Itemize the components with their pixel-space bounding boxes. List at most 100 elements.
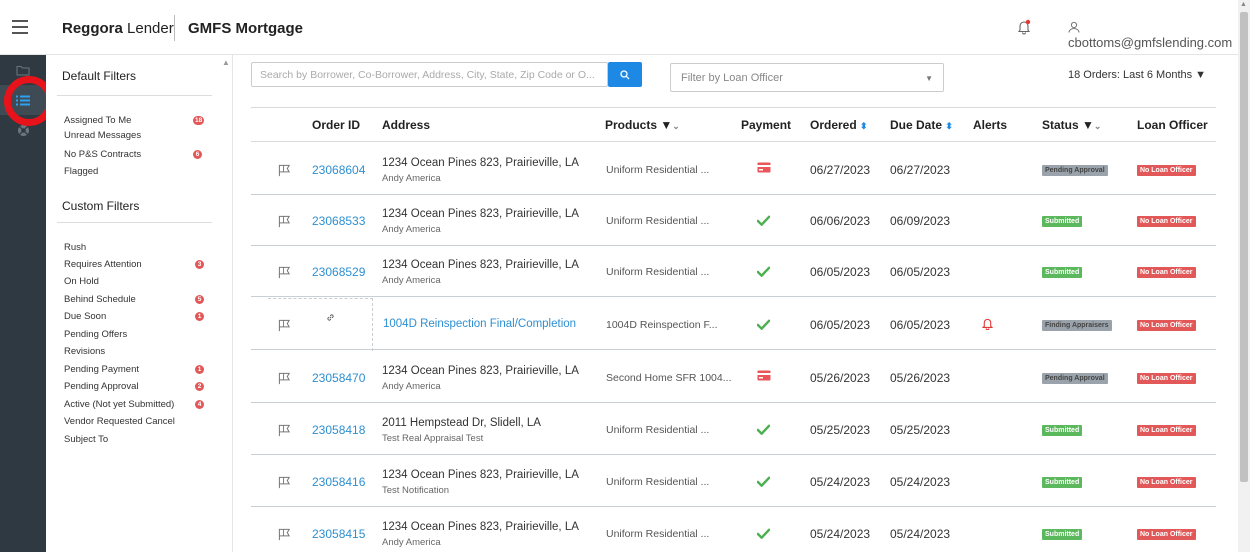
col-due-date[interactable]: Due Date ⬍ [890, 118, 953, 132]
borrower-name: Andy America [382, 381, 441, 392]
col-status[interactable]: Status ▼⌄ [1042, 118, 1101, 132]
filter-icon[interactable]: ▼ [660, 118, 672, 132]
user-menu[interactable]: cbottoms@gmfslending.com [1068, 20, 1238, 50]
divider [57, 95, 212, 96]
search-button[interactable] [608, 62, 642, 87]
address-text: 2011 Hempstead Dr, Slidell, LA [382, 417, 541, 429]
filter-count-badge: 4 [195, 400, 204, 409]
check-icon [757, 215, 770, 226]
order-id-link[interactable]: 23058415 [312, 527, 365, 541]
product-name: 1004D Reinspection F... [606, 319, 718, 331]
check-icon [757, 319, 770, 330]
flag-icon[interactable] [278, 215, 291, 228]
search-box [251, 62, 608, 87]
filter-icon[interactable]: ▼ [1082, 118, 1094, 132]
filter-item[interactable]: Vendor Requested Cancel [64, 416, 175, 427]
filter-item[interactable]: Subject To [64, 434, 108, 445]
filter-item[interactable]: Behind Schedule [64, 294, 136, 305]
filter-item[interactable]: Due Soon [64, 311, 106, 322]
brand-divider [174, 15, 175, 41]
filter-item[interactable]: Pending Approval [64, 381, 138, 392]
filter-item[interactable]: Pending Payment [64, 364, 139, 375]
user-icon [1068, 21, 1080, 33]
left-rail [0, 55, 46, 552]
filter-item[interactable]: Unread Messages [64, 130, 141, 141]
filter-item[interactable]: Revisions [64, 346, 105, 357]
loan-officer-badge: No Loan Officer [1137, 425, 1196, 436]
order-id-link[interactable]: 23068533 [312, 214, 365, 228]
flag-icon[interactable] [278, 476, 291, 489]
order-id-link[interactable]: 23058418 [312, 423, 365, 437]
ordered-date: 05/25/2023 [810, 423, 871, 437]
col-products-label: Products [605, 118, 658, 132]
filter-count-badge: 1 [195, 312, 204, 321]
flag-icon[interactable] [278, 424, 291, 437]
order-id-link[interactable]: 23058470 [312, 371, 365, 385]
flag-icon[interactable] [278, 266, 291, 279]
credit-card-icon [757, 370, 771, 381]
linked-order-link[interactable]: 1004D Reinspection Final/Completion [383, 318, 576, 330]
loan-officer-badge: No Loan Officer [1137, 267, 1196, 278]
filter-item[interactable]: Requires Attention [64, 259, 142, 270]
status-badge: Pending Approval [1042, 373, 1108, 384]
filter-count-badge: 6 [193, 150, 202, 159]
scrollbar-thumb[interactable] [1240, 12, 1248, 482]
product-name: Second Home SFR 1004... [606, 372, 732, 384]
col-ordered[interactable]: Ordered ⬍ [810, 118, 868, 132]
status-badge: Finding Appraisers [1042, 320, 1112, 331]
address-text: 1234 Ocean Pines 823, Prairieville, LA [382, 208, 579, 220]
due-date: 05/25/2023 [890, 423, 951, 437]
search-icon [620, 69, 630, 79]
address-text: 1234 Ocean Pines 823, Prairieville, LA [382, 157, 579, 169]
col-products[interactable]: Products ▼⌄ [605, 118, 680, 132]
search-input[interactable] [252, 63, 607, 86]
linked-order-connector [268, 298, 373, 351]
due-date: 05/24/2023 [890, 475, 951, 489]
filter-item[interactable]: Assigned To Me [64, 115, 131, 126]
flag-icon[interactable] [278, 528, 291, 541]
loan-officer-badge: No Loan Officer [1137, 216, 1196, 227]
brand-suffix: Lender [127, 20, 174, 37]
check-icon [757, 424, 770, 435]
alert-bell-icon[interactable] [982, 317, 993, 330]
flag-icon[interactable] [278, 164, 291, 177]
loan-officer-badge: No Loan Officer [1137, 320, 1196, 331]
filter-count-badge: 3 [195, 260, 204, 269]
col-payment: Payment [741, 118, 792, 132]
notifications-bell-icon[interactable] [1017, 19, 1031, 35]
order-id-link[interactable]: 23058416 [312, 475, 365, 489]
sort-icon[interactable]: ⬍ [860, 121, 868, 131]
col-due-date-label: Due Date [890, 118, 943, 132]
hamburger-menu-icon[interactable] [12, 20, 28, 34]
status-badge: Submitted [1042, 529, 1083, 540]
filter-count-badge: 5 [195, 295, 204, 304]
loan-officer-badge: No Loan Officer [1137, 165, 1196, 176]
product-name: Uniform Residential ... [606, 528, 710, 540]
order-id-link[interactable]: 23068604 [312, 163, 365, 177]
filter-item[interactable]: Pending Offers [64, 329, 127, 340]
order-id-link[interactable]: 23068529 [312, 265, 365, 279]
sort-icon[interactable]: ⬍ [945, 121, 953, 131]
table-top-border [251, 107, 1216, 108]
status-badge: Submitted [1042, 477, 1083, 488]
status-badge: Pending Approval [1042, 165, 1108, 176]
col-address: Address [382, 118, 431, 132]
due-date: 05/26/2023 [890, 371, 951, 385]
flag-icon[interactable] [278, 372, 291, 385]
ordered-date: 06/27/2023 [810, 163, 871, 177]
loan-officer-filter[interactable]: Filter by Loan Officer ▼ [670, 63, 944, 92]
table-header-border [251, 141, 1216, 142]
due-date: 05/24/2023 [890, 527, 951, 541]
page-scrollbar[interactable]: ▲ [1238, 0, 1250, 552]
filter-item[interactable]: Flagged [64, 166, 98, 177]
filter-item[interactable]: On Hold [64, 276, 99, 287]
filter-item[interactable]: Rush [64, 242, 86, 253]
filter-item[interactable]: Active (Not yet Submitted) [64, 399, 174, 410]
filter-item[interactable]: No P&S Contracts [64, 149, 141, 160]
ordered-date: 06/05/2023 [810, 318, 871, 332]
orders-count-dropdown[interactable]: 18 Orders: Last 6 Months ▼ [1068, 69, 1206, 81]
filters-scroll-up-icon[interactable]: ▲ [222, 58, 230, 67]
address-text: 1234 Ocean Pines 823, Prairieville, LA [382, 521, 579, 533]
scroll-up-icon[interactable]: ▲ [1240, 1, 1247, 8]
chevron-down-icon: ⌄ [1093, 121, 1102, 131]
